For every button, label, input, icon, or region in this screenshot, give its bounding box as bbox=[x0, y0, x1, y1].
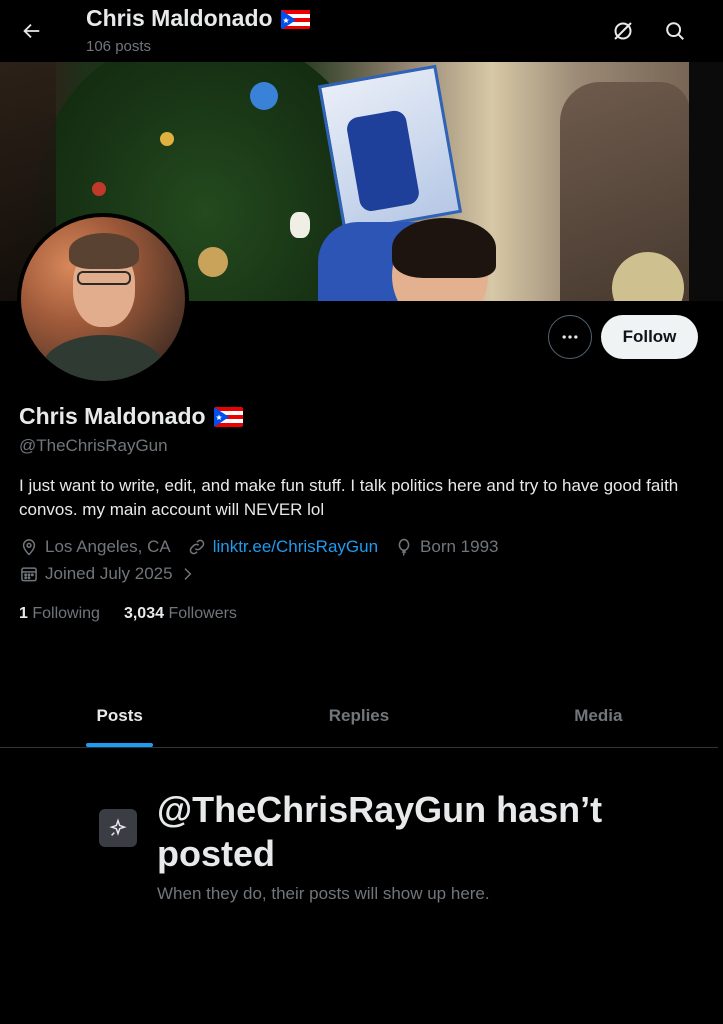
ornament bbox=[92, 182, 106, 196]
ornament bbox=[198, 247, 228, 277]
post-count: 106 posts bbox=[86, 38, 152, 55]
link-icon bbox=[189, 539, 204, 555]
back-arrow-icon[interactable] bbox=[14, 14, 48, 48]
puerto-rico-flag-icon bbox=[213, 406, 243, 427]
banner-edge bbox=[689, 62, 723, 301]
profile-bio: I just want to write, edit, and make fun… bbox=[19, 476, 679, 519]
header-name: Chris Maldonado bbox=[86, 5, 273, 31]
gift-box bbox=[317, 64, 463, 234]
search-icon[interactable] bbox=[658, 14, 692, 48]
profile-name: Chris Maldonado bbox=[19, 403, 206, 429]
location: Los Angeles, CA bbox=[19, 537, 171, 557]
profile-handle: @TheChrisRayGun bbox=[19, 436, 168, 455]
tab-media[interactable]: Media bbox=[479, 684, 718, 747]
balloon-icon bbox=[398, 538, 410, 556]
follow-stats: 1 Following 3,034 Followers bbox=[19, 605, 237, 623]
followers-count: 3,034 bbox=[123, 605, 164, 622]
following-link[interactable]: 1 Following bbox=[19, 605, 100, 623]
puerto-rico-flag-icon bbox=[280, 9, 310, 29]
tab-label: Replies bbox=[328, 705, 390, 725]
location-text: Los Angeles, CA bbox=[45, 537, 171, 556]
empty-state-subtitle: When they do, their posts will show up h… bbox=[157, 884, 490, 903]
following-count: 1 bbox=[19, 605, 28, 622]
birth-text: Born 1993 bbox=[420, 537, 499, 556]
profile-header: Chris Maldonado 106 posts bbox=[0, 0, 723, 62]
avatar-image bbox=[21, 217, 185, 381]
grok-icon[interactable] bbox=[606, 14, 640, 48]
tab-posts[interactable]: Posts bbox=[0, 684, 239, 747]
more-icon bbox=[562, 335, 578, 339]
website[interactable]: linktr.ee/ChrisRayGun bbox=[187, 537, 378, 557]
avatar[interactable] bbox=[17, 213, 189, 385]
sparkle-icon bbox=[99, 809, 137, 847]
empty-state-title: @TheChrisRayGun hasn’t posted bbox=[157, 789, 603, 874]
tab-replies[interactable]: Replies bbox=[239, 684, 478, 747]
child-hair bbox=[392, 218, 496, 278]
followers-link[interactable]: 3,034 Followers bbox=[124, 605, 237, 623]
chevron-right-icon bbox=[184, 568, 191, 580]
profile-meta-row: Los Angeles, CA linktr.ee/ChrisRayGun Bo… bbox=[19, 537, 515, 557]
joined[interactable]: Joined July 2025 bbox=[19, 564, 195, 584]
follow-button[interactable]: Follow bbox=[601, 315, 698, 359]
tab-label: Media bbox=[574, 705, 623, 725]
joined-text: Joined July 2025 bbox=[45, 564, 173, 583]
calendar-icon bbox=[21, 567, 37, 582]
location-icon bbox=[22, 539, 36, 556]
followers-label: Followers bbox=[168, 605, 237, 622]
profile-name-row: Chris Maldonado bbox=[19, 403, 243, 430]
birth-date: Born 1993 bbox=[394, 537, 499, 557]
active-tab-indicator bbox=[86, 743, 154, 747]
header-title: Chris Maldonado bbox=[86, 5, 310, 32]
more-options-button[interactable] bbox=[548, 315, 592, 359]
joined-row[interactable]: Joined July 2025 bbox=[19, 564, 211, 584]
following-label: Following bbox=[32, 605, 100, 622]
tab-label: Posts bbox=[96, 705, 143, 725]
bow-ornament bbox=[290, 212, 310, 238]
website-link[interactable]: linktr.ee/ChrisRayGun bbox=[213, 537, 378, 557]
profile-tabs: Posts Replies Media bbox=[0, 684, 718, 748]
ornament bbox=[160, 132, 174, 146]
ornament bbox=[250, 82, 278, 110]
